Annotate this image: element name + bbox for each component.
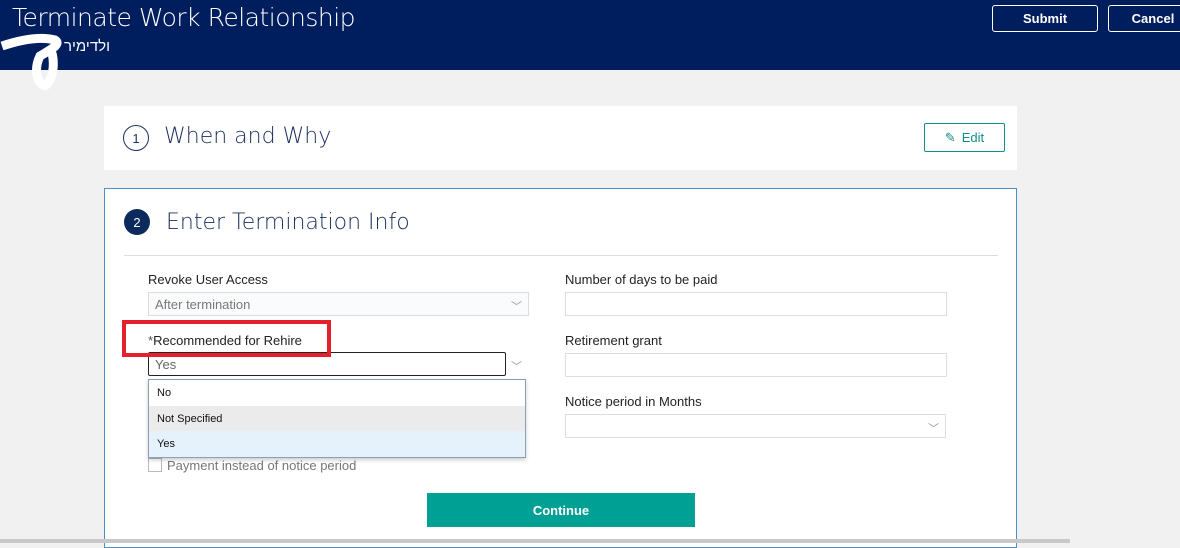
rehire-value: Yes <box>155 357 177 372</box>
submit-button[interactable]: Submit <box>992 5 1098 32</box>
days-paid-input[interactable] <box>565 292 947 316</box>
chevron-down-icon[interactable]: ﹀ <box>511 358 522 374</box>
payment-checkbox[interactable] <box>148 458 162 472</box>
days-paid-label: Number of days to be paid <box>565 272 718 287</box>
section-title: Enter Termination Info <box>166 210 410 235</box>
chevron-down-icon: ﹀ <box>511 301 522 313</box>
chevron-down-icon: ﹀ <box>928 423 939 435</box>
section-when-and-why: 1 When and Why ✎ Edit <box>104 106 1017 170</box>
edit-label: Edit <box>961 130 985 145</box>
retirement-grant-input[interactable] <box>565 353 947 377</box>
scrollbar-track[interactable] <box>0 539 1070 543</box>
step-number: 1 <box>123 125 149 151</box>
notice-period-select[interactable]: ﹀ <box>565 414 946 438</box>
divider <box>124 255 998 256</box>
pencil-icon: ✎ <box>944 129 956 145</box>
revoke-access-value: After termination <box>155 297 251 312</box>
revoke-access-select[interactable]: After termination ﹀ <box>148 292 529 316</box>
retirement-grant-label: Retirement grant <box>565 333 662 348</box>
option-no[interactable]: No <box>149 380 525 406</box>
highlight-annotation <box>122 320 331 357</box>
cancel-button[interactable]: Cancel <box>1108 5 1180 32</box>
redaction-scribble-icon <box>0 33 62 90</box>
continue-button[interactable]: Continue <box>427 493 695 527</box>
page-header: Terminate Work Relationship ולדימיר ס Su… <box>0 0 1180 90</box>
section-title: When and Why <box>164 124 332 149</box>
option-yes[interactable]: Yes <box>149 431 525 457</box>
revoke-access-label: Revoke User Access <box>148 272 268 287</box>
payment-label: Payment instead of notice period <box>167 458 357 473</box>
rehire-dropdown-list: No Not Specified Yes <box>148 379 526 458</box>
step-number: 2 <box>124 209 150 235</box>
section-termination-info: 2 Enter Termination Info Revoke User Acc… <box>104 188 1017 548</box>
edit-button[interactable]: ✎ Edit <box>924 123 1005 152</box>
notice-period-label: Notice period in Months <box>565 394 702 409</box>
option-not-specified[interactable]: Not Specified <box>149 405 525 431</box>
